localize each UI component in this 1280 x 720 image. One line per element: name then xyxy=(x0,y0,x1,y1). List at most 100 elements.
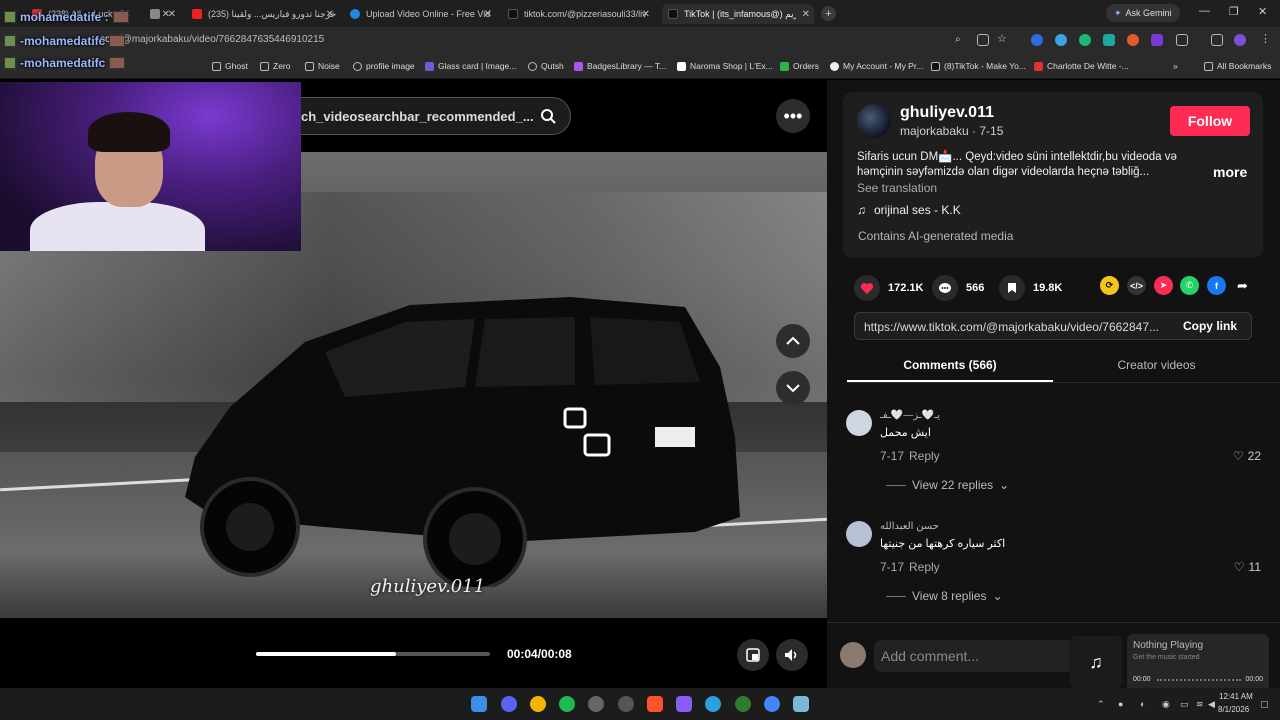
embed-icon[interactable]: </> xyxy=(1127,276,1146,295)
bookmark-profile-image[interactable]: profile image xyxy=(353,61,415,71)
tray-app-icon[interactable]: ◐ xyxy=(1140,699,1145,709)
sidepanel-icon[interactable] xyxy=(1211,34,1223,46)
bookmark-my-account[interactable]: My Account - My Pr... xyxy=(830,61,923,71)
commenter-name[interactable]: يـ🤍ـز—🤍ـفـ xyxy=(880,410,940,421)
commenter-avatar[interactable] xyxy=(846,521,872,547)
tray-app-icon[interactable]: ● xyxy=(1118,699,1123,709)
author-avatar[interactable] xyxy=(857,104,891,138)
browser-tab[interactable]: Upload Video Online - Free Vid ✕ xyxy=(346,4,496,24)
app-icon[interactable] xyxy=(588,696,604,712)
extension-icon[interactable] xyxy=(1127,34,1139,46)
bookmarks-overflow-icon[interactable]: » xyxy=(1173,61,1178,71)
more-options-icon[interactable]: ••• xyxy=(776,99,810,133)
star-icon[interactable]: ☆ xyxy=(997,32,1009,45)
minimize-icon[interactable]: — xyxy=(1199,5,1210,17)
reply-button[interactable]: Reply xyxy=(909,560,940,574)
more-button[interactable]: more xyxy=(1213,164,1247,180)
tab-creator-videos[interactable]: Creator videos xyxy=(1053,358,1260,372)
chrome-icon[interactable] xyxy=(764,696,780,712)
bookmark-zero[interactable]: Zero xyxy=(260,61,290,71)
telegram-icon[interactable] xyxy=(705,696,721,712)
app-icon[interactable] xyxy=(793,696,809,712)
extension-icon[interactable] xyxy=(1055,34,1067,46)
author-username[interactable]: ghuliyev.011 xyxy=(900,104,994,122)
reply-button[interactable]: Reply xyxy=(909,449,940,463)
search-icon[interactable] xyxy=(540,108,556,124)
bookmark-orders[interactable]: Orders xyxy=(780,61,819,71)
share-link-text[interactable]: https://www.tiktok.com/@majorkabaku/vide… xyxy=(864,320,1170,334)
tray-app-icon[interactable]: ◉ xyxy=(1162,699,1170,710)
browser-tab[interactable]: ✕ xyxy=(148,4,180,24)
sound-link[interactable]: ♫ orijinal ses - K.K xyxy=(857,203,961,217)
all-bookmarks[interactable]: All Bookmarks xyxy=(1204,61,1271,71)
chrome-icon[interactable] xyxy=(530,696,546,712)
bookmark-noise[interactable]: Noise xyxy=(305,61,340,71)
browser-tab-active[interactable]: TikTok | (its_infamous@) گریم ✕ xyxy=(662,4,814,24)
share-arrow-icon[interactable]: ➦ xyxy=(1233,276,1252,295)
start-icon[interactable] xyxy=(471,696,487,712)
url-field[interactable]: com/@majorkabaku/video/76628476354469102… xyxy=(100,34,324,45)
bookmark-badgeslibrary[interactable]: BadgesLibrary — T... xyxy=(574,61,666,71)
close-tab-icon[interactable]: ✕ xyxy=(642,9,650,20)
close-tab-icon[interactable]: ✕ xyxy=(326,9,334,20)
tab-comments[interactable]: Comments (566) xyxy=(847,358,1053,372)
app-icon[interactable] xyxy=(735,696,751,712)
close-tab-icon[interactable]: ✕ xyxy=(802,9,810,20)
send-to-friends-icon[interactable]: ➤ xyxy=(1154,276,1173,295)
bookmark-charlotte[interactable]: Charlotte De Witte -... xyxy=(1034,61,1129,71)
view-replies-button[interactable]: View 8 replies ⌄ xyxy=(886,589,1003,603)
volume-button[interactable] xyxy=(776,639,808,671)
extension-icon[interactable] xyxy=(1031,34,1043,46)
commenter-avatar[interactable] xyxy=(846,410,872,436)
network-icon[interactable]: ▭ xyxy=(1180,699,1189,710)
profile-icon[interactable] xyxy=(1234,34,1246,46)
app-icon[interactable] xyxy=(676,696,692,712)
music-widget-button[interactable]: ♫ xyxy=(1070,636,1122,688)
ask-gemini-button[interactable]: ✦ Ask Gemini xyxy=(1106,4,1180,22)
video-search-bar[interactable]: ch_videosearchbar_recommended_... xyxy=(270,97,571,135)
whatsapp-icon[interactable]: ✆ xyxy=(1180,276,1199,295)
bookmark-glass-card[interactable]: Glass card | Image... xyxy=(425,61,516,71)
discord-icon[interactable] xyxy=(501,696,517,712)
bookmark-qutsh[interactable]: Qutsh xyxy=(528,61,564,71)
comment-button[interactable]: 566 xyxy=(932,275,984,301)
follow-button[interactable]: Follow xyxy=(1170,106,1250,136)
add-comment-input[interactable]: Add comment... xyxy=(874,640,1074,672)
previous-video-button[interactable] xyxy=(776,324,810,358)
copy-link-button[interactable]: Copy link xyxy=(1169,313,1251,339)
puzzle-icon[interactable] xyxy=(1176,34,1188,46)
close-window-icon[interactable]: ✕ xyxy=(1258,5,1267,18)
commenter-name[interactable]: حسن العبدالله xyxy=(880,521,939,532)
brave-icon[interactable] xyxy=(647,696,663,712)
app-icon[interactable] xyxy=(618,696,634,712)
extension-icon[interactable] xyxy=(1103,34,1115,46)
tray-chevron-icon[interactable]: ⌃ xyxy=(1097,699,1105,710)
comment-like-button[interactable]: ♡ 11 xyxy=(1234,560,1261,574)
see-translation-link[interactable]: See translation xyxy=(857,181,937,195)
notification-icon[interactable]: ▢ xyxy=(1260,699,1269,710)
favorite-button[interactable]: 19.8K xyxy=(999,275,1062,301)
zoom-icon[interactable]: ⌕ xyxy=(955,34,967,46)
browser-tab[interactable]: (235) خرجنا تدورو فباريس... ولقينا ✕ xyxy=(188,4,338,24)
next-video-button[interactable] xyxy=(776,371,810,405)
bookmark-tiktok[interactable]: (8)TikTok - Make Yo... xyxy=(931,61,1026,71)
cast-icon[interactable] xyxy=(977,34,989,46)
new-tab-icon[interactable]: + xyxy=(821,6,836,21)
speaker-icon[interactable]: ◀ xyxy=(1208,699,1215,710)
clock-date[interactable]: 8/1/2026 xyxy=(1218,705,1249,714)
maximize-icon[interactable]: ❐ xyxy=(1229,5,1239,18)
kebab-menu-icon[interactable]: ⋮ xyxy=(1260,32,1272,45)
bookmark-naroma-shop[interactable]: Naroma Shop | L'Ex... xyxy=(677,61,773,71)
bookmark-ghost[interactable]: Ghost xyxy=(212,61,248,71)
close-tab-icon[interactable]: ✕ xyxy=(484,9,492,20)
wifi-icon[interactable]: ≋ xyxy=(1196,699,1204,710)
extension-icon[interactable] xyxy=(1151,34,1163,46)
browser-tab[interactable]: tiktok.com/@pizzeriasouli33/liv ✕ xyxy=(504,4,654,24)
facebook-icon[interactable]: f xyxy=(1207,276,1226,295)
video-progress-bar[interactable] xyxy=(256,652,490,656)
repost-icon[interactable]: ⟳ xyxy=(1100,276,1119,295)
extension-icon[interactable] xyxy=(1079,34,1091,46)
like-button[interactable]: 172.1K xyxy=(854,275,923,301)
close-tab-icon[interactable]: ✕ xyxy=(168,9,176,20)
clock-time[interactable]: 12:41 AM xyxy=(1219,692,1253,701)
